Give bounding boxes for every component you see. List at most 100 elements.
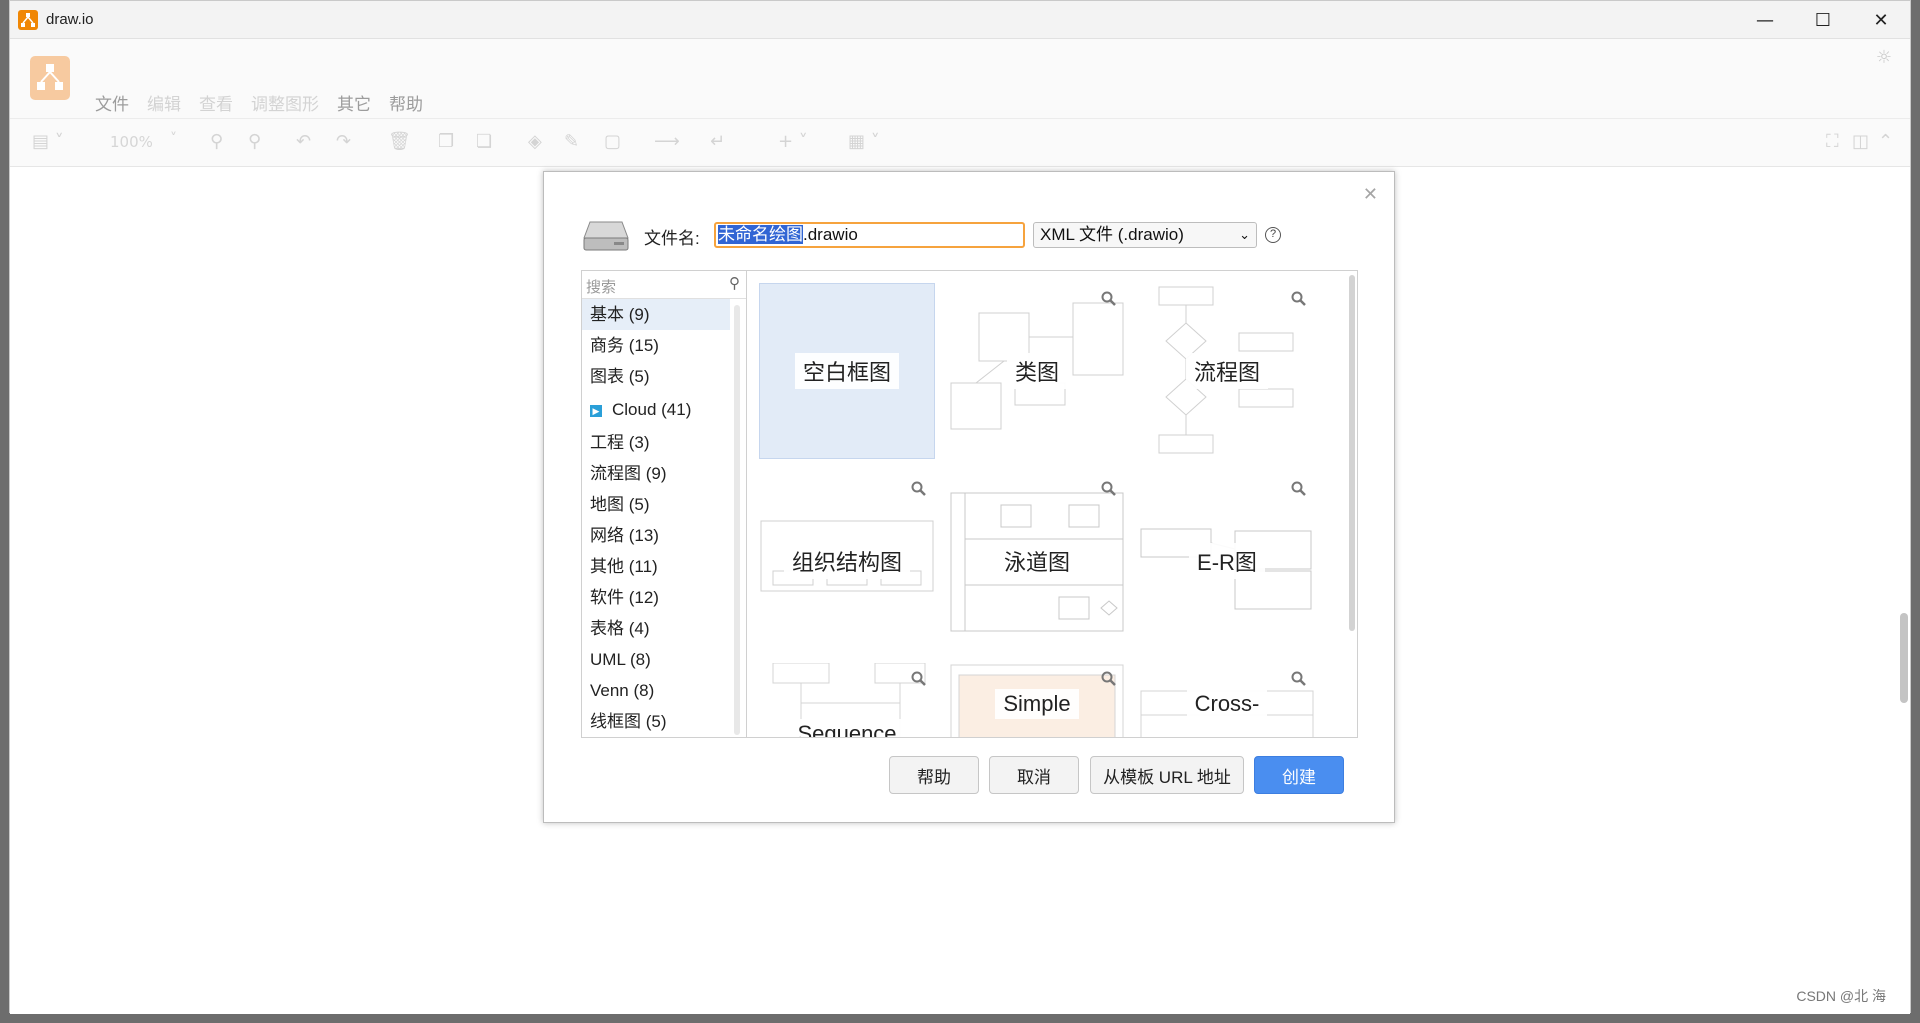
- category-item[interactable]: 其他 (11): [582, 551, 730, 582]
- new-diagram-dialog: ✕ 文件名: 未命名绘图.drawio XML 文件 (.drawio) ⌄ ?…: [543, 171, 1395, 823]
- filename-selected-text: 未命名绘图: [718, 225, 803, 244]
- menu-view[interactable]: 查看: [199, 90, 233, 115]
- template-label: 空白框图: [794, 353, 899, 389]
- template-scrollbar[interactable]: [1349, 275, 1355, 631]
- category-search-input[interactable]: 搜索 ⚲: [582, 271, 746, 299]
- connection-icon[interactable]: ⟶: [654, 131, 680, 152]
- template-label: Simple: [995, 689, 1079, 719]
- category-list: 基本 (9) 商务 (15) 图表 (5) ▶ Cloud (41) 工程 (3)…: [582, 299, 730, 737]
- redo-icon[interactable]: ↷: [336, 131, 351, 152]
- zoom-out-icon[interactable]: ⚲: [248, 131, 261, 152]
- menu-help[interactable]: 帮助: [389, 90, 423, 115]
- help-button[interactable]: 帮助: [889, 756, 979, 794]
- template-grid: 空白框图 类图 流程图 组织结构图 泳道图 E-R图 Sequence Simp…: [746, 270, 1358, 738]
- shadow-icon[interactable]: ▢: [604, 131, 621, 152]
- zoom-preview-icon[interactable]: [1291, 671, 1307, 687]
- vertical-scrollbar[interactable]: [1900, 613, 1908, 703]
- template-label: Sequence: [789, 719, 905, 737]
- category-item[interactable]: Venn (8): [582, 675, 730, 706]
- fill-color-icon[interactable]: ◈: [528, 131, 542, 152]
- line-color-icon[interactable]: ✎: [564, 131, 579, 152]
- category-item[interactable]: 软件 (12): [582, 582, 730, 613]
- insert-icon[interactable]: + ˅: [778, 131, 808, 152]
- menu-edit[interactable]: 编辑: [147, 90, 181, 115]
- zoom-preview-icon[interactable]: [911, 671, 927, 687]
- filename-input[interactable]: 未命名绘图.drawio: [714, 222, 1025, 248]
- fullscreen-icon[interactable]: ⛶: [1826, 131, 1839, 152]
- template-label: 类图: [1006, 353, 1067, 389]
- zoom-level[interactable]: 100%: [110, 133, 153, 151]
- menu-items: 文件 编辑 查看 调整图形 其它 帮助: [95, 90, 423, 115]
- undo-icon[interactable]: ↶: [296, 131, 311, 152]
- template-label: 泳道图: [995, 543, 1078, 579]
- template-er-diagram[interactable]: E-R图: [1139, 473, 1315, 649]
- zoom-chevron-icon[interactable]: ˅: [170, 131, 177, 147]
- category-item[interactable]: 表格 (4): [582, 613, 730, 644]
- template-sequence[interactable]: Sequence: [759, 663, 935, 737]
- delete-icon[interactable]: 🗑: [388, 131, 411, 152]
- watermark: CSDN @北 海: [1796, 988, 1886, 1004]
- zoom-preview-icon[interactable]: [1101, 291, 1117, 307]
- collapse-icon[interactable]: ⌃: [1878, 131, 1893, 152]
- category-item[interactable]: 流程图 (9): [582, 458, 730, 489]
- template-cross-functional[interactable]: Cross-: [1139, 663, 1315, 737]
- format-select[interactable]: XML 文件 (.drawio) ⌄: [1033, 222, 1257, 248]
- drive-icon: [583, 221, 629, 251]
- template-blank[interactable]: 空白框图: [759, 283, 935, 459]
- toolbar: ▤ ˅ 100% ˅ ⚲ ⚲ ↶ ↷ 🗑 ❐ ❏ ◈ ✎ ▢ ⟶ ↵ + ˅ ▦…: [10, 119, 1910, 167]
- category-item[interactable]: 图表 (5): [582, 361, 730, 392]
- menu-bar: 文件 编辑 查看 调整图形 其它 帮助 ☼: [10, 39, 1910, 119]
- zoom-in-icon[interactable]: ⚲: [210, 131, 223, 152]
- filename-label: 文件名:: [644, 229, 700, 248]
- page-view-icon[interactable]: ▤ ˅: [32, 131, 64, 152]
- zoom-preview-icon[interactable]: [1291, 291, 1307, 307]
- close-window-button[interactable]: ✕: [1852, 1, 1910, 39]
- from-template-url-button[interactable]: 从模板 URL 地址: [1090, 756, 1244, 794]
- menu-extras[interactable]: 其它: [337, 90, 371, 115]
- title-bar: draw.io — ☐ ✕: [10, 1, 1910, 39]
- category-scrollbar[interactable]: [734, 305, 740, 735]
- template-flowchart[interactable]: 流程图: [1139, 283, 1315, 459]
- template-simple[interactable]: Simple: [949, 663, 1125, 737]
- zoom-preview-icon[interactable]: [1101, 671, 1117, 687]
- category-item[interactable]: 商务 (15): [582, 330, 730, 361]
- minimize-button[interactable]: —: [1736, 1, 1794, 39]
- dialog-close-icon[interactable]: ✕: [1363, 184, 1378, 205]
- expand-icon[interactable]: ▶: [590, 404, 602, 417]
- to-back-icon[interactable]: ❏: [476, 131, 492, 152]
- category-item[interactable]: 基本 (9): [582, 299, 730, 330]
- template-label: Cross-: [1186, 689, 1268, 719]
- menu-arrange[interactable]: 调整图形: [251, 90, 319, 115]
- menu-file[interactable]: 文件: [95, 90, 129, 115]
- template-org-chart[interactable]: 组织结构图: [759, 473, 935, 649]
- template-label: 组织结构图: [783, 543, 910, 579]
- format-value: XML 文件 (.drawio): [1040, 225, 1184, 244]
- zoom-preview-icon[interactable]: [911, 481, 927, 497]
- template-swimlane[interactable]: 泳道图: [949, 473, 1125, 649]
- zoom-preview-icon[interactable]: [1291, 481, 1307, 497]
- template-class-diagram[interactable]: 类图: [949, 283, 1125, 459]
- to-front-icon[interactable]: ❐: [438, 131, 454, 152]
- search-icon[interactable]: ⚲: [729, 274, 740, 292]
- format-panel-icon[interactable]: ◫: [1852, 131, 1869, 152]
- category-label: Cloud (41): [612, 400, 692, 419]
- cancel-button[interactable]: 取消: [989, 756, 1079, 794]
- help-icon[interactable]: ?: [1265, 227, 1281, 243]
- search-placeholder: 搜索: [586, 279, 617, 296]
- category-item[interactable]: UML (8): [582, 644, 730, 675]
- category-item[interactable]: 工程 (3): [582, 427, 730, 458]
- waypoints-icon[interactable]: ↵: [710, 131, 725, 152]
- maximize-button[interactable]: ☐: [1794, 1, 1852, 39]
- category-item[interactable]: 地图 (5): [582, 489, 730, 520]
- category-item-cloud[interactable]: ▶ Cloud (41): [582, 392, 730, 427]
- category-item[interactable]: 线框图 (5): [582, 706, 730, 737]
- filename-extension: .drawio: [803, 225, 858, 244]
- create-button[interactable]: 创建: [1254, 756, 1344, 794]
- zoom-preview-icon[interactable]: [1101, 481, 1117, 497]
- category-item[interactable]: 网络 (13): [582, 520, 730, 551]
- drawio-logo-icon: [18, 10, 38, 30]
- app-window: draw.io — ☐ ✕ 文件 编辑 查看 调整图形 其它 帮助 ☼ ▤ ˅ …: [9, 0, 1911, 1014]
- theme-toggle-icon[interactable]: ☼: [1876, 47, 1892, 68]
- template-label: E-R图: [1189, 543, 1265, 579]
- table-icon[interactable]: ▦ ˅: [848, 131, 880, 152]
